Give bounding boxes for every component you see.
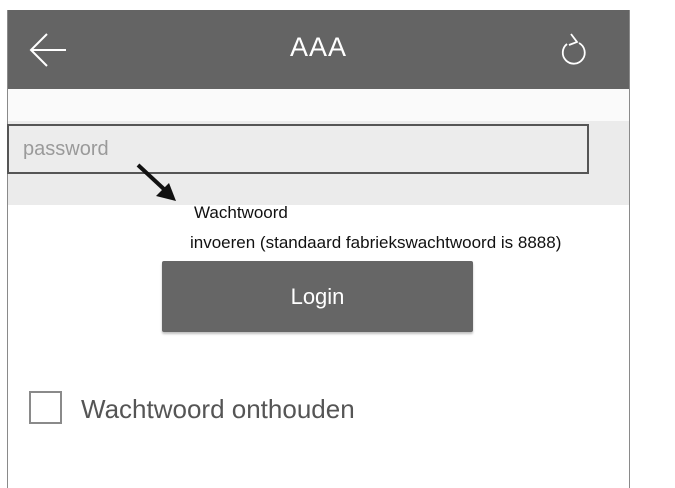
refresh-icon[interactable]	[557, 30, 591, 70]
annotation-line-1: Wachtwoord	[194, 203, 288, 222]
page: AAA Wachtwoord invoeren (standaard fabri…	[0, 0, 675, 488]
login-button[interactable]: Login	[162, 261, 473, 332]
spacer-strip	[8, 89, 629, 121]
checkbox-icon[interactable]	[29, 391, 62, 424]
password-input[interactable]	[7, 124, 589, 174]
top-bar: AAA	[8, 10, 629, 89]
page-title: AAA	[289, 32, 348, 62]
annotation-line-2: invoeren (standaard fabriekswachtwoord i…	[190, 233, 562, 252]
remember-password-label: Wachtwoord onthouden	[81, 394, 355, 424]
arrow-down-right-icon	[136, 163, 176, 201]
